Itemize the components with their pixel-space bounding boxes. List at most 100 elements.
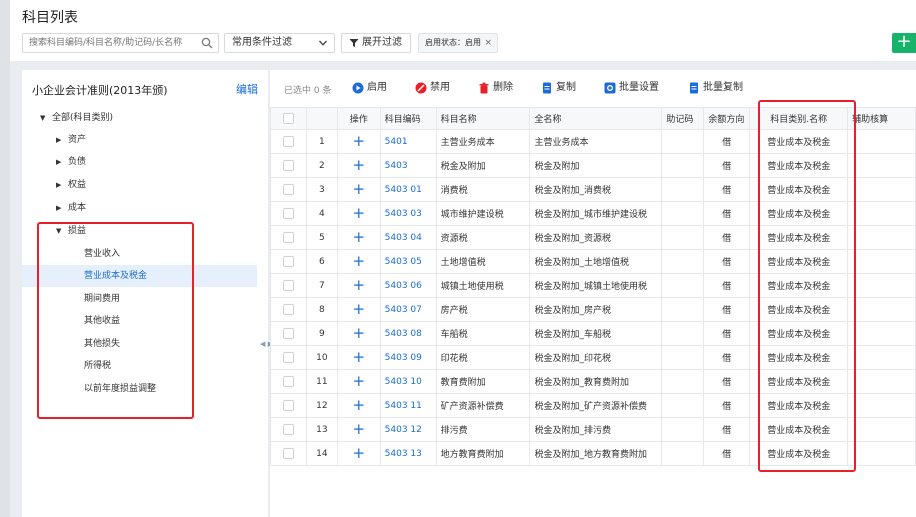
row-add-cell[interactable]: +	[336, 417, 381, 442]
header-category[interactable]: 科目类别.名称	[749, 107, 849, 130]
row-checkbox[interactable]	[282, 232, 294, 243]
row-checkbox[interactable]	[282, 424, 294, 435]
row-checkbox[interactable]	[282, 280, 294, 291]
table-row[interactable]: 9 +5403 08 车船税 税金及附加_车船税 借营业成本及税金	[270, 321, 916, 346]
header-code[interactable]: 科目编码	[379, 107, 437, 130]
row-checkbox[interactable]	[282, 328, 294, 339]
expand-filter-button[interactable]: 展开过滤	[341, 33, 411, 53]
tree-node-period-expense[interactable]: 期间费用	[22, 288, 257, 310]
row-checkbox[interactable]	[282, 304, 294, 315]
plus-icon[interactable]: +	[352, 132, 365, 150]
row-add-cell[interactable]: +	[336, 225, 381, 250]
row-checkbox[interactable]	[282, 208, 294, 219]
row-select-cell[interactable]	[270, 201, 307, 226]
batch-copy-button[interactable]: 批量复制	[688, 81, 743, 95]
tree-node-cost[interactable]: ▶ 成本	[56, 197, 260, 219]
table-row[interactable]: 4 +5403 03 城市维护建设税 税金及附加_城市维护建设税 借营业成本及税金	[270, 201, 916, 226]
row-select-cell[interactable]	[270, 177, 307, 202]
tree-node-revenue[interactable]: 营业收入	[22, 243, 257, 265]
select-all-checkbox[interactable]	[282, 113, 294, 124]
plus-icon[interactable]: +	[352, 204, 365, 222]
close-icon[interactable]: ×	[484, 34, 492, 52]
row-checkbox[interactable]	[282, 376, 294, 387]
row-code[interactable]: 5403 09	[379, 345, 437, 370]
plus-icon[interactable]: +	[352, 396, 365, 414]
row-select-cell[interactable]	[270, 393, 307, 418]
header-fullname[interactable]: 全名称	[529, 107, 663, 130]
disable-button[interactable]: 禁用	[415, 81, 450, 95]
row-checkbox[interactable]	[282, 160, 294, 171]
table-row[interactable]: 5 +5403 04 资源税 税金及附加_资源税 借营业成本及税金	[270, 225, 916, 250]
header-direction[interactable]: 余额方向	[703, 107, 751, 130]
row-checkbox[interactable]	[282, 184, 294, 195]
row-code[interactable]: 5403 06	[379, 273, 437, 298]
row-code[interactable]: 5403 12	[379, 417, 437, 442]
plus-icon[interactable]: +	[352, 324, 365, 342]
plus-icon[interactable]: +	[352, 252, 365, 270]
header-select-all[interactable]	[270, 107, 307, 130]
tree-expand-icon[interactable]: ▶	[56, 129, 68, 151]
row-add-cell[interactable]: +	[336, 321, 381, 346]
row-code[interactable]: 5403 04	[379, 225, 437, 250]
row-add-cell[interactable]: +	[336, 345, 381, 370]
row-add-cell[interactable]: +	[336, 153, 381, 178]
copy-button[interactable]: 复制	[541, 81, 576, 95]
row-select-cell[interactable]	[270, 153, 307, 178]
table-row[interactable]: 1 +5401 主营业务成本 主营业务成本借营业成本及税金	[270, 129, 916, 154]
row-code[interactable]: 5403 05	[379, 249, 437, 274]
row-select-cell[interactable]	[270, 441, 307, 466]
tree-node-all[interactable]: ▼ 全部(科目类别)	[40, 107, 260, 129]
plus-icon[interactable]: +	[352, 228, 365, 246]
table-row[interactable]: 10 +5403 09 印花税 税金及附加_印花税 借营业成本及税金	[270, 345, 916, 370]
row-checkbox[interactable]	[282, 448, 294, 459]
row-add-cell[interactable]: +	[336, 297, 381, 322]
table-row[interactable]: 14 +5403 13 地方教育费附加 税金及附加_地方教育费附加 借营业成本及税金	[270, 441, 916, 466]
table-row[interactable]: 13 +5403 12 排污费 税金及附加_排污费 借营业成本及税金	[270, 417, 916, 442]
row-code[interactable]: 5403 07	[379, 297, 437, 322]
row-code[interactable]: 5403 11	[379, 393, 437, 418]
tree-expand-icon[interactable]: ▼	[40, 107, 52, 129]
tree-expand-icon[interactable]: ▶	[56, 151, 68, 173]
search-box[interactable]	[22, 33, 219, 53]
search-input[interactable]	[23, 34, 193, 52]
header-name[interactable]: 科目名称	[435, 107, 531, 130]
row-code[interactable]: 5401	[379, 129, 437, 154]
row-select-cell[interactable]	[270, 249, 307, 274]
table-row[interactable]: 8 +5403 07 房产税 税金及附加_房产税 借营业成本及税金	[270, 297, 916, 322]
tree-node-prior-year-adjust[interactable]: 以前年度损益调整	[22, 378, 257, 400]
row-code[interactable]: 5403 13	[379, 441, 437, 466]
tree-node-equity[interactable]: ▶ 权益	[56, 174, 260, 196]
row-checkbox[interactable]	[282, 256, 294, 267]
add-button[interactable]: +	[892, 33, 916, 53]
row-select-cell[interactable]	[270, 225, 307, 250]
tree-node-income-tax[interactable]: 所得税	[22, 355, 257, 377]
tree-node-cost-tax-selected[interactable]: 营业成本及税金	[22, 265, 257, 287]
row-add-cell[interactable]: +	[336, 273, 381, 298]
row-code[interactable]: 5403 10	[379, 369, 437, 394]
tree-node-other-income[interactable]: 其他收益	[22, 310, 257, 332]
row-code[interactable]: 5403 03	[379, 201, 437, 226]
table-row[interactable]: 12 +5403 11 矿产资源补偿费 税金及附加_矿产资源补偿费 借营业成本及税金	[270, 393, 916, 418]
plus-icon[interactable]: +	[352, 300, 365, 318]
tree-node-assets[interactable]: ▶ 资产	[56, 129, 260, 151]
table-row[interactable]: 11 +5403 10 教育费附加 税金及附加_教育费附加 借营业成本及税金	[270, 369, 916, 394]
row-code[interactable]: 5403 08	[379, 321, 437, 346]
row-add-cell[interactable]: +	[336, 393, 381, 418]
plus-icon[interactable]: +	[352, 444, 365, 462]
row-code[interactable]: 5403	[379, 153, 437, 178]
row-select-cell[interactable]	[270, 129, 307, 154]
row-select-cell[interactable]	[270, 345, 307, 370]
enable-button[interactable]: 启用	[352, 81, 387, 95]
row-add-cell[interactable]: +	[336, 441, 381, 466]
tree-expand-icon[interactable]: ▼	[56, 220, 68, 242]
delete-button[interactable]: 删除	[478, 81, 513, 95]
plus-icon[interactable]: +	[352, 276, 365, 294]
row-checkbox[interactable]	[282, 400, 294, 411]
row-checkbox[interactable]	[282, 136, 294, 147]
row-add-cell[interactable]: +	[336, 249, 381, 274]
plus-icon[interactable]: +	[352, 372, 365, 390]
row-select-cell[interactable]	[270, 297, 307, 322]
row-add-cell[interactable]: +	[336, 201, 381, 226]
row-select-cell[interactable]	[270, 273, 307, 298]
header-aux[interactable]: 辅助核算	[847, 107, 916, 130]
